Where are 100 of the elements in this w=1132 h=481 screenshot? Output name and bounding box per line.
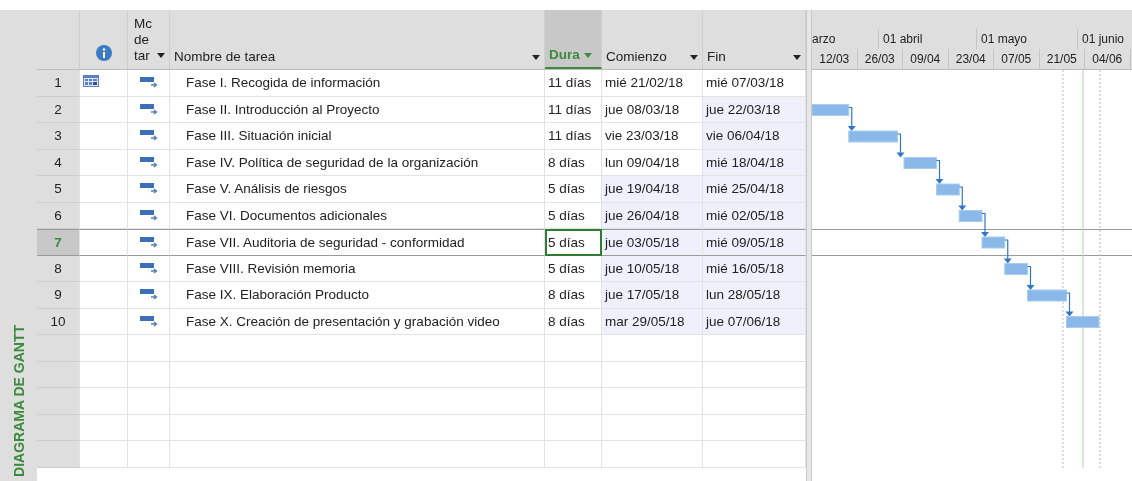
month-label: arzo bbox=[812, 32, 836, 46]
dependency-arrow bbox=[1026, 265, 1035, 290]
task-duration: 11 días bbox=[545, 70, 602, 97]
task-bar[interactable] bbox=[1027, 289, 1067, 302]
row-header[interactable] bbox=[37, 361, 80, 388]
row-number[interactable]: 3 bbox=[37, 123, 80, 150]
week-label: 04/06 bbox=[1092, 52, 1123, 66]
dependency-arrow bbox=[1065, 292, 1074, 317]
row-header[interactable] bbox=[37, 388, 80, 415]
column-header[interactable]: Comienzo bbox=[602, 10, 703, 69]
row-number[interactable]: 9 bbox=[37, 282, 80, 309]
row-number[interactable]: 5 bbox=[37, 176, 80, 203]
task-duration: 11 días bbox=[545, 123, 602, 150]
task-mode-icon bbox=[139, 236, 158, 248]
row-header[interactable] bbox=[37, 414, 80, 441]
empty-cell bbox=[128, 361, 170, 388]
week-label: 12/03 bbox=[819, 52, 850, 66]
row-number[interactable]: 8 bbox=[37, 255, 80, 282]
task-mode-icon bbox=[139, 261, 158, 274]
task-finish: mié 16/05/18 bbox=[703, 255, 806, 282]
row-number[interactable]: 2 bbox=[37, 96, 80, 123]
week-label: 23/04 bbox=[955, 52, 986, 66]
task-bar[interactable] bbox=[936, 183, 960, 196]
task-name: Fase V. Análisis de riesgos bbox=[170, 176, 545, 203]
row-header[interactable] bbox=[37, 335, 80, 362]
task-start: jue 03/05/18 bbox=[602, 229, 703, 256]
task-mode-icon bbox=[139, 182, 158, 194]
task-bar[interactable] bbox=[981, 236, 1006, 249]
task-bar[interactable] bbox=[903, 157, 937, 169]
task-start: mar 29/05/18 bbox=[602, 308, 703, 335]
task-finish: mié 09/05/18 bbox=[703, 229, 806, 256]
task-bar[interactable] bbox=[848, 130, 898, 143]
dependency-arrow bbox=[896, 133, 905, 158]
task-name: Fase II. Introducción al Proyecto bbox=[170, 96, 545, 123]
task-name: Fase IX. Elaboración Producto bbox=[170, 282, 545, 309]
row-number[interactable]: 10 bbox=[37, 308, 80, 335]
task-name: Fase IV. Política de seguridad de la organización bbox=[170, 149, 545, 176]
month-label: 01 junio bbox=[1082, 32, 1125, 46]
task-name: Fase VII. Auditoria de seguridad - conformidad bbox=[170, 229, 545, 256]
row-number[interactable]: 1 bbox=[37, 70, 80, 97]
task-mode-icon bbox=[139, 288, 158, 300]
empty-cell bbox=[545, 361, 602, 388]
task-name: Fase VI. Documentos adicionales bbox=[170, 202, 545, 229]
month-label: 01 abril bbox=[883, 32, 923, 46]
task-finish: mié 02/05/18 bbox=[703, 202, 806, 229]
task-duration: 11 días bbox=[545, 96, 602, 123]
empty-cell bbox=[545, 441, 602, 468]
dependency-arrow bbox=[1003, 239, 1012, 264]
dependency-arrow bbox=[958, 186, 967, 211]
task-name: Fase X. Creación de presentación y grabación video bbox=[170, 308, 545, 335]
empty-cell bbox=[128, 441, 170, 468]
caret-icon bbox=[157, 53, 165, 58]
row-number[interactable]: 4 bbox=[37, 149, 80, 176]
empty-cell bbox=[545, 335, 602, 362]
task-mode-icon bbox=[139, 129, 158, 141]
task-bar[interactable] bbox=[1004, 263, 1028, 275]
task-finish: jue 22/03/18 bbox=[703, 96, 806, 123]
task-finish: lun 28/05/18 bbox=[703, 282, 806, 309]
task-finish: mié 18/04/18 bbox=[703, 149, 806, 176]
task-finish: jue 07/06/18 bbox=[703, 308, 806, 335]
caret-icon bbox=[583, 53, 592, 58]
dependency-arrow bbox=[847, 106, 856, 131]
column-header[interactable]: Mc de tar bbox=[128, 10, 170, 69]
task-name: Fase III. Situación inicial bbox=[170, 123, 545, 150]
task-start: jue 26/04/18 bbox=[602, 202, 703, 229]
task-mode-icon bbox=[139, 208, 158, 221]
view-label: DIAGRAMA DE GANTT bbox=[10, 325, 27, 477]
month-label: 01 mayo bbox=[981, 32, 1028, 46]
caret-icon bbox=[690, 55, 698, 60]
empty-cell bbox=[128, 388, 170, 415]
task-duration: 5 días bbox=[545, 229, 602, 256]
dependency-arrow bbox=[981, 212, 989, 237]
caret-icon bbox=[532, 55, 540, 60]
week-label: 21/05 bbox=[1046, 52, 1077, 66]
task-bar[interactable] bbox=[958, 210, 983, 222]
dependency-arrow bbox=[935, 159, 944, 184]
splitter-bar[interactable] bbox=[806, 10, 812, 481]
info-icon bbox=[95, 45, 112, 61]
caret-icon bbox=[793, 55, 801, 60]
task-mode-icon bbox=[139, 102, 158, 115]
week-label: 07/05 bbox=[1001, 52, 1032, 66]
empty-cell bbox=[128, 414, 170, 441]
task-start: jue 17/05/18 bbox=[602, 282, 703, 309]
task-name: Fase I. Recogida de información bbox=[170, 70, 545, 97]
task-start: jue 19/04/18 bbox=[602, 176, 703, 203]
task-mode-icon bbox=[139, 314, 158, 327]
task-bar[interactable] bbox=[1066, 316, 1100, 328]
task-bar[interactable] bbox=[812, 104, 850, 116]
row-number[interactable]: 6 bbox=[37, 202, 80, 229]
task-start: jue 10/05/18 bbox=[602, 255, 703, 282]
task-mode-icon bbox=[139, 76, 158, 88]
empty-cell bbox=[545, 414, 602, 441]
task-finish: vie 06/04/18 bbox=[703, 123, 806, 150]
task-finish: mié 25/04/18 bbox=[703, 176, 806, 203]
task-start: mié 21/02/18 bbox=[602, 70, 703, 97]
empty-cell bbox=[545, 388, 602, 415]
task-mode-icon bbox=[139, 155, 158, 168]
task-name: Fase VIII. Revisión memoria bbox=[170, 255, 545, 282]
task-duration: 8 días bbox=[545, 149, 602, 176]
row-header[interactable] bbox=[37, 441, 80, 468]
